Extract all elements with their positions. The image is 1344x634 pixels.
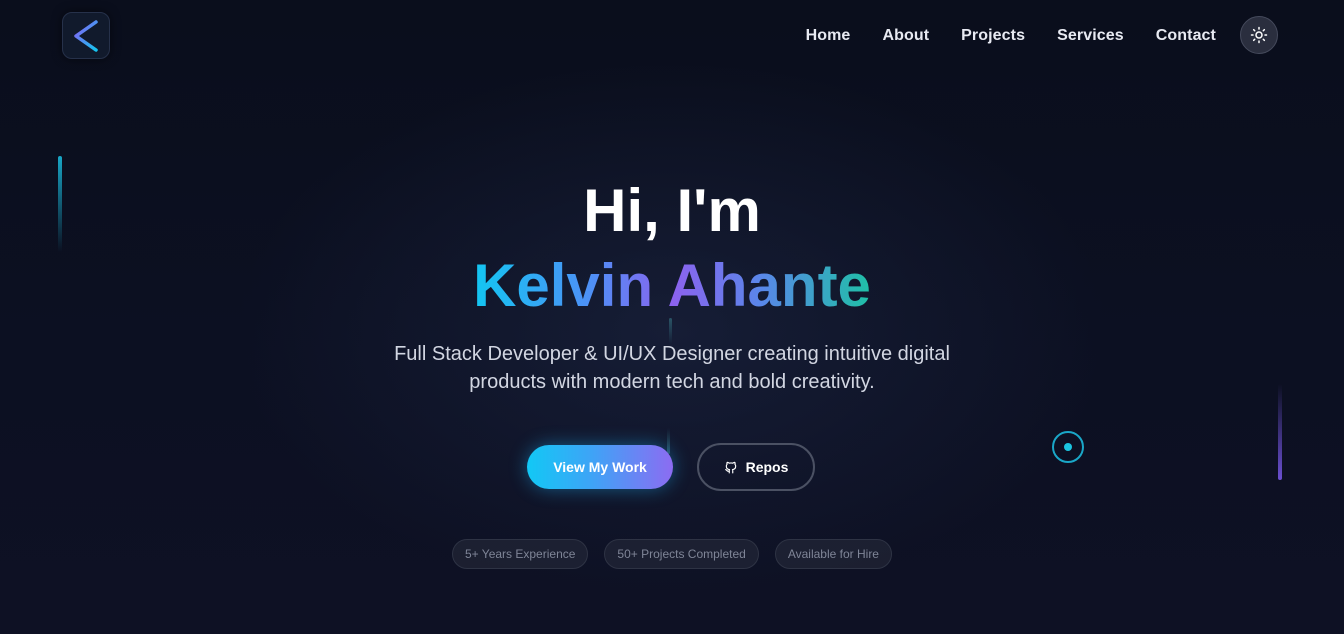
github-icon — [724, 461, 736, 474]
badge-availability: Available for Hire — [774, 539, 892, 569]
orb-dot — [1064, 443, 1072, 451]
decorative-orb — [1052, 431, 1084, 463]
hero-name-text: Kelvin Ahante — [473, 252, 871, 319]
hero-subtitle-line-1: Full Stack Developer & UI/UX Designer cr… — [394, 343, 950, 365]
nav-link-projects[interactable]: Projects — [961, 27, 1025, 45]
hero-subtitle-line-2: products with modern tech and bold creat… — [469, 371, 875, 393]
view-my-work-button[interactable]: View My Work — [527, 445, 673, 489]
sun-icon — [1250, 26, 1268, 44]
stats-badges: 5+ Years Experience 50+ Projects Complet… — [0, 539, 1344, 569]
logo[interactable] — [62, 12, 110, 59]
repos-button[interactable]: Repos — [697, 443, 815, 491]
theme-toggle-button[interactable] — [1240, 16, 1278, 54]
nav-link-contact[interactable]: Contact — [1156, 27, 1216, 45]
hero-greeting: Hi, I'm — [583, 177, 761, 244]
nav-link-services[interactable]: Services — [1057, 27, 1124, 45]
badge-experience: 5+ Years Experience — [452, 539, 589, 569]
chevron-left-logo-icon — [74, 19, 98, 52]
hero-subtitle: Full Stack Developer & UI/UX Designer cr… — [372, 340, 972, 396]
main-nav: Home About Projects Services Contact — [806, 24, 1216, 48]
nav-link-about[interactable]: About — [882, 27, 929, 45]
hero-page: Home About Projects Services Contact Hi,… — [0, 0, 1344, 634]
repos-button-label: Repos — [745, 459, 789, 475]
decorative-streak-right — [1278, 384, 1282, 480]
badge-projects: 50+ Projects Completed — [604, 539, 759, 569]
decorative-streak-center-bottom — [667, 428, 670, 454]
nav-link-home[interactable]: Home — [806, 27, 851, 45]
hero-name: Kelvin Ahante — [0, 250, 1344, 322]
